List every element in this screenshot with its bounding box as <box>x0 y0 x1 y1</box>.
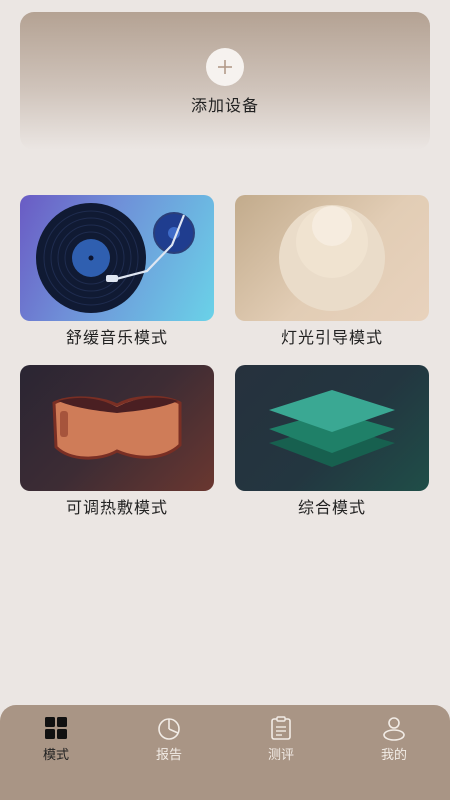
light-orb-image <box>279 205 385 311</box>
tab-mode-label: 模式 <box>42 748 69 763</box>
tab-profile-label: 我的 <box>380 748 407 763</box>
clipboard-icon <box>271 716 291 740</box>
add-device-button[interactable] <box>206 48 244 86</box>
add-device-label: 添加设备 <box>190 96 259 115</box>
tab-assessment[interactable]: 测评 <box>236 715 326 765</box>
mode-label-music: 舒缓音乐模式 <box>65 328 168 347</box>
mode-card-combo[interactable] <box>235 365 429 491</box>
mode-card-heat[interactable] <box>20 365 214 491</box>
vinyl-record-player-image <box>36 203 195 313</box>
plus-icon <box>218 60 232 74</box>
mode-label-heat: 可调热敷模式 <box>65 498 168 517</box>
tab-profile[interactable]: 我的 <box>349 715 439 765</box>
add-device-card[interactable]: 添加设备 <box>20 12 430 150</box>
tab-mode[interactable]: 模式 <box>11 715 101 765</box>
mode-card-light[interactable] <box>235 195 429 321</box>
tab-report[interactable]: 报告 <box>124 715 214 765</box>
tab-report-label: 报告 <box>155 748 182 763</box>
tab-assessment-label: 测评 <box>267 748 294 763</box>
layered-stack-image <box>269 390 395 467</box>
pie-chart-icon <box>158 718 180 740</box>
heated-eye-mask-image <box>52 395 182 460</box>
bottom-tab-bar: 模式 报告 测评 我的 <box>0 705 450 800</box>
grid-icon <box>45 717 67 739</box>
mode-card-music[interactable] <box>20 195 214 321</box>
mode-label-light: 灯光引导模式 <box>280 328 383 347</box>
mode-label-combo: 综合模式 <box>297 498 366 517</box>
user-icon <box>383 717 405 741</box>
